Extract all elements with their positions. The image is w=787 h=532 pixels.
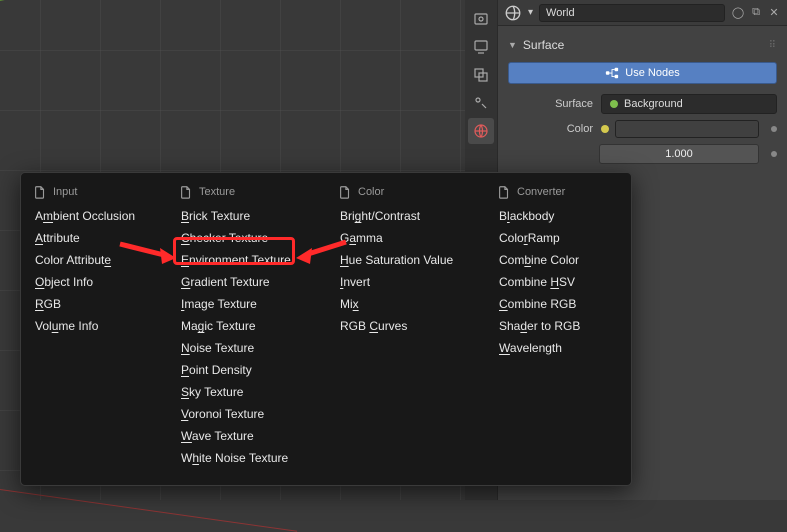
menu-item[interactable]: Mix (338, 293, 473, 315)
column-header: Input (33, 181, 155, 205)
node-tree-icon (605, 66, 619, 80)
strength-field[interactable]: 1.000 (599, 144, 759, 164)
surface-shader-dropdown[interactable]: Background (601, 94, 777, 114)
menu-item[interactable]: Combine Color (497, 249, 619, 271)
axis-x (0, 489, 297, 532)
menu-item[interactable]: Point Density (179, 359, 314, 381)
duplicate-icon[interactable]: ⧉ (749, 6, 763, 20)
menu-item[interactable]: Wavelength (497, 337, 619, 359)
color-label: Color (508, 123, 593, 135)
menu-item[interactable]: Gradient Texture (179, 271, 314, 293)
world-icon (504, 4, 522, 22)
color-row: Color (508, 120, 777, 138)
column-header: Converter (497, 181, 619, 205)
tab-viewlayer-icon[interactable] (468, 62, 494, 88)
popup-column-texture: TextureBrick TextureChecker TextureEnvir… (167, 181, 326, 469)
use-nodes-label: Use Nodes (625, 67, 679, 79)
color-swatch[interactable] (615, 120, 759, 138)
world-name-field[interactable] (539, 4, 725, 22)
world-datablock-header: ▾ ◯ ⧉ ✕ (498, 0, 787, 26)
popup-column-converter: ConverterBlackbodyColorRampCombine Color… (485, 181, 631, 469)
menu-item[interactable]: Voronoi Texture (179, 403, 314, 425)
drag-grip-icon[interactable]: ⠿ (769, 40, 777, 51)
popup-column-input: InputAmbient OcclusionAttributeColor Att… (21, 181, 167, 469)
shader-socket-icon (610, 100, 618, 108)
menu-item[interactable]: Gamma (338, 227, 473, 249)
tab-output-icon[interactable] (468, 34, 494, 60)
column-header: Color (338, 181, 473, 205)
menu-item[interactable]: ColorRamp (497, 227, 619, 249)
menu-item[interactable]: Combine RGB (497, 293, 619, 315)
menu-item[interactable]: Hue Saturation Value (338, 249, 473, 271)
popup-column-color: ColorBright/ContrastGammaHue Saturation … (326, 181, 485, 469)
use-nodes-button[interactable]: Use Nodes (508, 62, 777, 84)
close-icon[interactable]: ✕ (767, 6, 781, 20)
surface-section: ▼ Surface ⠿ Use Nodes Surface Background… (498, 26, 787, 176)
menu-item[interactable]: Bright/Contrast (338, 205, 473, 227)
tab-scene-icon[interactable] (468, 90, 494, 116)
chevron-down-icon[interactable]: ▾ (528, 7, 533, 18)
menu-item[interactable]: RGB (33, 293, 155, 315)
menu-item[interactable]: Object Info (33, 271, 155, 293)
menu-item[interactable]: Image Texture (179, 293, 314, 315)
surface-label: Surface (508, 98, 593, 110)
menu-item[interactable]: Color Attribute (33, 249, 155, 271)
menu-item[interactable]: Attribute (33, 227, 155, 249)
menu-item[interactable]: RGB Curves (338, 315, 473, 337)
menu-item[interactable]: Volume Info (33, 315, 155, 337)
menu-item[interactable]: Combine HSV (497, 271, 619, 293)
menu-item[interactable]: Magic Texture (179, 315, 314, 337)
menu-item[interactable]: Sky Texture (179, 381, 314, 403)
section-title: Surface (523, 38, 564, 52)
chevron-down-icon: ▼ (508, 40, 517, 50)
axis-y (0, 0, 196, 1)
menu-item[interactable]: Ambient Occlusion (33, 205, 155, 227)
menu-item[interactable]: Invert (338, 271, 473, 293)
add-node-popup: InputAmbient OcclusionAttributeColor Att… (20, 172, 632, 486)
menu-item[interactable]: Wave Texture (179, 425, 314, 447)
input-socket-icon[interactable] (771, 151, 777, 157)
menu-item[interactable]: Shader to RGB (497, 315, 619, 337)
surface-section-header[interactable]: ▼ Surface ⠿ (508, 32, 777, 58)
color-socket-icon[interactable] (601, 125, 609, 133)
column-header: Texture (179, 181, 314, 205)
surface-shader-row: Surface Background (508, 94, 777, 114)
tab-render-icon[interactable] (468, 6, 494, 32)
menu-item[interactable]: Checker Texture (179, 227, 314, 249)
surface-shader-value: Background (624, 98, 683, 110)
menu-item[interactable]: Brick Texture (179, 205, 314, 227)
input-socket-icon[interactable] (771, 126, 777, 132)
menu-item[interactable]: Blackbody (497, 205, 619, 227)
menu-item[interactable]: Environment Texture (179, 249, 314, 271)
menu-item[interactable]: White Noise Texture (179, 447, 314, 469)
tab-world-icon[interactable] (468, 118, 494, 144)
strength-row: 1.000 (508, 144, 777, 164)
menu-item[interactable]: Noise Texture (179, 337, 314, 359)
shield-icon[interactable]: ◯ (731, 6, 745, 20)
